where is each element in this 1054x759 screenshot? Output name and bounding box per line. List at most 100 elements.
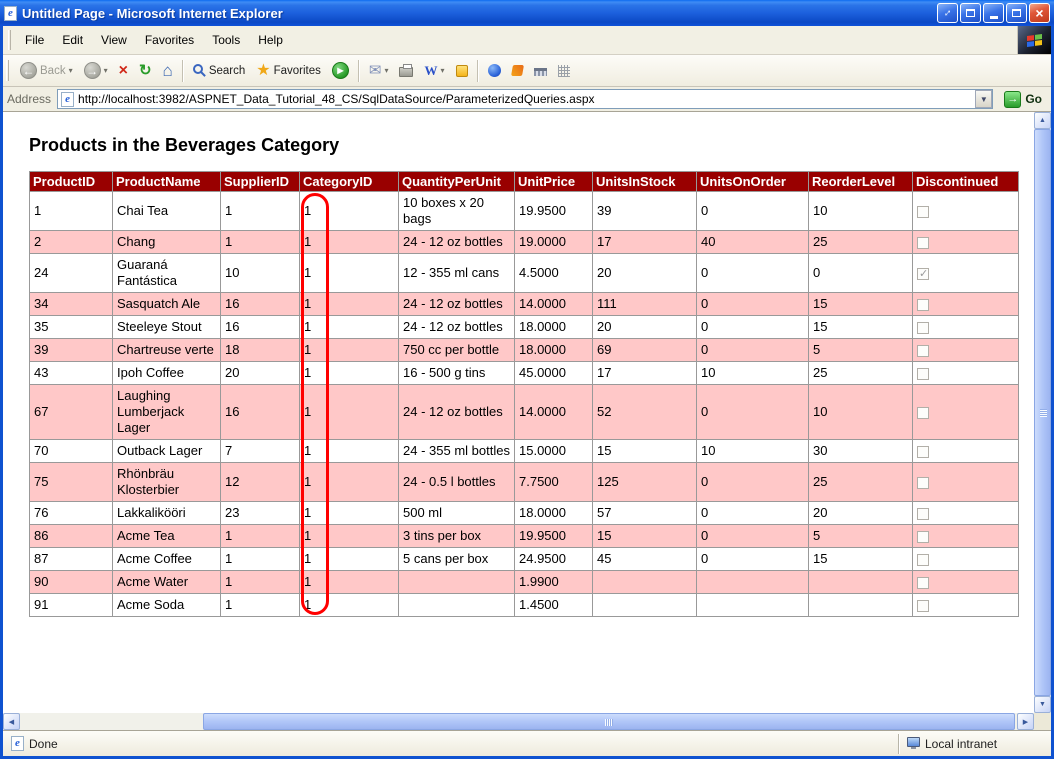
messenger-button[interactable] xyxy=(451,58,473,84)
table-cell-discontinued xyxy=(913,231,1019,254)
discontinued-checkbox[interactable] xyxy=(917,477,929,489)
maximize-button[interactable] xyxy=(1006,3,1027,23)
table-cell xyxy=(593,594,697,617)
table-cell: 10 xyxy=(809,192,913,231)
discontinued-checkbox[interactable] xyxy=(917,368,929,380)
table-cell: 1 xyxy=(300,548,399,571)
table-cell: 25 xyxy=(809,463,913,502)
table-cell: Acme Tea xyxy=(113,525,221,548)
discontinued-checkbox[interactable] xyxy=(917,299,929,311)
horizontal-scrollbar[interactable]: ◀ ▶ xyxy=(3,713,1034,730)
scroll-down-button[interactable]: ▼ xyxy=(1034,696,1051,713)
table-cell: 5 cans per box xyxy=(399,548,515,571)
table-cell: 1 xyxy=(300,231,399,254)
table-cell xyxy=(399,594,515,617)
globe-icon xyxy=(488,64,501,77)
maximize-icon xyxy=(1012,9,1021,17)
discontinued-checkbox[interactable] xyxy=(917,531,929,543)
scroll-right-button[interactable]: ▶ xyxy=(1017,713,1034,730)
discontinued-checkbox[interactable] xyxy=(917,268,929,280)
back-button[interactable]: ← Back ▾ xyxy=(15,58,78,84)
menu-edit[interactable]: Edit xyxy=(53,26,92,54)
address-dropdown-button[interactable]: ▼ xyxy=(975,90,992,108)
refresh-button[interactable]: ↻ xyxy=(134,58,157,84)
address-url: http://localhost:3982/ASPNET_Data_Tutori… xyxy=(78,92,971,106)
table-cell xyxy=(399,571,515,594)
table-cell: 76 xyxy=(30,502,113,525)
window-button[interactable] xyxy=(960,3,981,23)
edit-button[interactable]: W▾ xyxy=(419,58,449,84)
table-cell: 18 xyxy=(221,339,300,362)
vertical-scroll-thumb[interactable] xyxy=(1034,129,1051,696)
menu-file[interactable]: File xyxy=(16,26,53,54)
scroll-left-button[interactable]: ◀ xyxy=(3,713,20,730)
table-cell: 19.0000 xyxy=(515,231,593,254)
discontinued-checkbox[interactable] xyxy=(917,322,929,334)
discontinued-checkbox[interactable] xyxy=(917,554,929,566)
links-button[interactable] xyxy=(507,58,528,84)
table-cell: Acme Water xyxy=(113,571,221,594)
mail-button[interactable]: ✉▾ xyxy=(364,58,394,84)
table-cell: Ipoh Coffee xyxy=(113,362,221,385)
table-cell: 5 xyxy=(809,525,913,548)
toolbar: ← Back ▾ → ▾ × ↻ ⌂ Search ★ Favorites ▶ … xyxy=(3,55,1051,87)
vertical-scrollbar[interactable]: ▲ ▼ xyxy=(1034,112,1051,713)
column-header-reorderlevel: ReorderLevel xyxy=(809,172,913,192)
discontinued-checkbox[interactable] xyxy=(917,446,929,458)
grid-button[interactable] xyxy=(553,58,575,84)
window-icon xyxy=(966,9,975,17)
discontinued-checkbox[interactable] xyxy=(917,508,929,520)
address-label: Address xyxy=(7,92,51,106)
table-cell: 1 xyxy=(300,192,399,231)
horizontal-scroll-thumb[interactable] xyxy=(203,713,1015,730)
address-input[interactable]: e http://localhost:3982/ASPNET_Data_Tuto… xyxy=(57,89,993,109)
table-cell-discontinued xyxy=(913,192,1019,231)
discontinued-checkbox[interactable] xyxy=(917,600,929,612)
go-button[interactable]: → Go xyxy=(999,91,1047,108)
menu-help[interactable]: Help xyxy=(249,26,292,54)
forward-button[interactable]: → ▾ xyxy=(79,58,113,84)
discontinued-checkbox[interactable] xyxy=(917,345,929,357)
discontinued-checkbox[interactable] xyxy=(917,407,929,419)
table-cell-discontinued xyxy=(913,525,1019,548)
print-button[interactable] xyxy=(394,58,418,84)
toolbar-grip[interactable] xyxy=(8,30,11,50)
media-button[interactable]: ▶ xyxy=(327,58,354,84)
table-cell: 0 xyxy=(697,339,809,362)
discontinued-checkbox[interactable] xyxy=(917,206,929,218)
table-cell: 2 xyxy=(30,231,113,254)
table-cell: 1 xyxy=(300,502,399,525)
table-cell: 125 xyxy=(593,463,697,502)
table-row: 75Rhönbräu Klosterbier12124 - 0.5 l bott… xyxy=(30,463,1019,502)
close-button[interactable]: × xyxy=(1029,3,1050,23)
table-cell: 14.0000 xyxy=(515,293,593,316)
table-cell: 16 - 500 g tins xyxy=(399,362,515,385)
discontinued-checkbox[interactable] xyxy=(917,237,929,249)
stop-button[interactable]: × xyxy=(114,58,133,84)
table-row: 67Laughing Lumberjack Lager16124 - 12 oz… xyxy=(30,385,1019,440)
favorites-button[interactable]: ★ Favorites xyxy=(251,58,326,84)
table-cell: 5 xyxy=(809,339,913,362)
table-cell: 17 xyxy=(593,231,697,254)
home-button[interactable]: ⌂ xyxy=(158,58,178,84)
table-cell: 24 - 12 oz bottles xyxy=(399,293,515,316)
toolbar-grip[interactable] xyxy=(6,60,9,82)
search-button[interactable]: Search xyxy=(188,58,250,84)
table-cell: 0 xyxy=(697,192,809,231)
discontinued-checkbox[interactable] xyxy=(917,577,929,589)
title-bar[interactable]: e Untitled Page - Microsoft Internet Exp… xyxy=(0,0,1054,26)
table-cell: 20 xyxy=(593,316,697,339)
globe-button[interactable] xyxy=(483,58,506,84)
table-cell-discontinued xyxy=(913,548,1019,571)
menu-favorites[interactable]: Favorites xyxy=(136,26,203,54)
table-cell xyxy=(593,571,697,594)
menu-tools[interactable]: Tools xyxy=(203,26,249,54)
security-zone: Local intranet xyxy=(898,734,1048,754)
building-button[interactable] xyxy=(529,58,552,84)
scroll-up-button[interactable]: ▲ xyxy=(1034,112,1051,129)
table-cell: 39 xyxy=(593,192,697,231)
menu-view[interactable]: View xyxy=(92,26,136,54)
minimize-button[interactable] xyxy=(983,3,1004,23)
table-cell: 12 - 355 ml cans xyxy=(399,254,515,293)
diagonal-resize-button[interactable]: ↕ xyxy=(937,3,958,23)
